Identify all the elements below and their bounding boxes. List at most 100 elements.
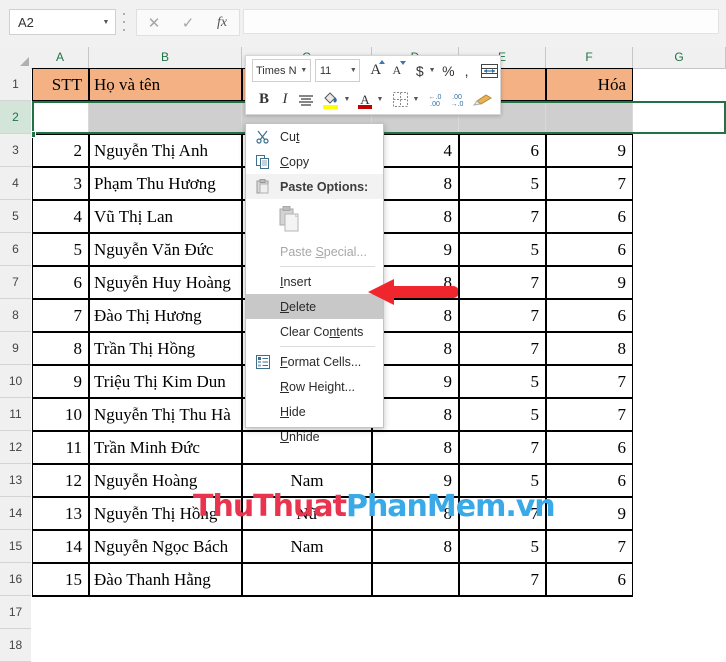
table-cell[interactable]: 7 — [546, 530, 633, 563]
merge-center-icon[interactable] — [479, 59, 500, 83]
chevron-down-icon[interactable]: ▼ — [342, 88, 352, 112]
table-cell[interactable]: Nguyễn Thị Anh — [89, 134, 242, 167]
font-color-icon[interactable]: A — [355, 88, 375, 112]
table-cell[interactable]: 8 — [32, 332, 89, 365]
check-icon[interactable]: ✓ — [171, 11, 205, 34]
vertical-dots-icon[interactable] — [120, 13, 128, 31]
chevron-down-icon[interactable]: ▼ — [427, 59, 436, 83]
row-header-8[interactable]: 8 — [0, 299, 31, 332]
row-header-6[interactable]: 6 — [0, 233, 31, 266]
context-menu-item-copy[interactable]: Copy — [246, 149, 383, 174]
context-menu-item-clear-contents[interactable]: Clear Contents — [246, 319, 383, 344]
close-icon[interactable]: ✕ — [137, 11, 171, 34]
table-cell[interactable]: 5 — [459, 530, 546, 563]
table-cell[interactable]: Vũ Thị Lan — [89, 200, 242, 233]
grow-font-icon[interactable]: A — [366, 59, 385, 83]
column-header-f[interactable]: F — [546, 47, 633, 68]
name-box[interactable]: A2 ▼ — [9, 9, 116, 35]
formula-input[interactable] — [243, 9, 719, 34]
font-name-combo[interactable]: Times N ▼ — [252, 59, 311, 82]
italic-icon[interactable]: I — [275, 88, 295, 112]
font-size-combo[interactable]: 11 ▼ — [315, 59, 361, 82]
format-painter-icon[interactable] — [471, 88, 495, 112]
table-cell[interactable]: Trần Minh Đức — [89, 431, 242, 464]
table-cell[interactable]: 6 — [546, 431, 633, 464]
table-cell[interactable]: 10 — [32, 398, 89, 431]
row-header-9[interactable]: 9 — [0, 332, 31, 365]
table-cell[interactable]: 7 — [459, 200, 546, 233]
table-cell[interactable]: 6 — [32, 266, 89, 299]
table-cell[interactable]: 4 — [32, 200, 89, 233]
table-cell[interactable] — [32, 101, 89, 134]
row-header-3[interactable]: 3 — [0, 134, 31, 167]
table-cell[interactable]: 6 — [546, 464, 633, 497]
table-cell[interactable]: 9 — [546, 266, 633, 299]
bold-icon[interactable]: B — [253, 88, 275, 112]
percent-style-icon[interactable]: % — [440, 59, 457, 83]
table-cell[interactable]: 3 — [32, 167, 89, 200]
table-cell[interactable]: Nguyễn Thị Thu Hà — [89, 398, 242, 431]
table-cell[interactable]: Trần Thị Hồng — [89, 332, 242, 365]
table-cell[interactable]: 7 — [459, 332, 546, 365]
borders-icon[interactable] — [389, 88, 411, 112]
row-header-7[interactable]: 7 — [0, 266, 31, 299]
context-menu-item-delete[interactable]: Delete — [246, 294, 383, 319]
row-header-12[interactable]: 12 — [0, 431, 31, 464]
comma-style-icon[interactable]: , — [460, 59, 473, 83]
center-align-icon[interactable] — [295, 88, 317, 112]
select-all-corner[interactable] — [0, 47, 33, 68]
table-cell[interactable]: 7 — [546, 398, 633, 431]
table-cell[interactable]: 15 — [32, 563, 89, 596]
table-cell[interactable]: 9 — [372, 233, 459, 266]
table-cell[interactable]: Nguyễn Huy Hoàng — [89, 266, 242, 299]
table-cell[interactable]: 2 — [32, 134, 89, 167]
table-cell[interactable]: 11 — [32, 431, 89, 464]
table-cell[interactable]: 13 — [32, 497, 89, 530]
table-header-cell[interactable]: Họ và tên — [89, 68, 242, 101]
table-cell[interactable]: 7 — [546, 365, 633, 398]
context-menu-item-unhide[interactable]: Unhide — [246, 424, 383, 449]
table-cell[interactable]: 6 — [459, 134, 546, 167]
row-header-14[interactable]: 14 — [0, 497, 31, 530]
table-cell[interactable]: Phạm Thu Hương — [89, 167, 242, 200]
table-cell[interactable]: 9 — [546, 497, 633, 530]
chevron-down-icon[interactable]: ▼ — [411, 88, 421, 112]
table-header-cell[interactable]: STT — [32, 68, 89, 101]
fill-handle[interactable] — [32, 131, 36, 138]
row-header-15[interactable]: 15 — [0, 530, 31, 563]
table-cell[interactable]: Đào Thị Hương — [89, 299, 242, 332]
row-header-16[interactable]: 16 — [0, 563, 31, 596]
row-header-5[interactable]: 5 — [0, 200, 31, 233]
chevron-down-icon[interactable]: ▼ — [347, 67, 359, 74]
row-header-2[interactable]: 2 — [0, 101, 31, 134]
table-cell[interactable]: 5 — [459, 167, 546, 200]
table-cell[interactable]: Nguyễn Văn Đức — [89, 233, 242, 266]
table-cell[interactable]: 7 — [459, 266, 546, 299]
paste-options-button[interactable] — [246, 199, 383, 239]
table-cell[interactable]: 5 — [459, 365, 546, 398]
table-cell[interactable]: Triệu Thị Kim Dun — [89, 365, 242, 398]
fill-color-icon[interactable] — [320, 88, 342, 112]
row-header-18[interactable]: 18 — [0, 629, 31, 662]
table-cell[interactable]: 7 — [459, 563, 546, 596]
table-cell[interactable]: 8 — [372, 530, 459, 563]
chevron-down-icon[interactable]: ▼ — [298, 67, 310, 74]
fx-icon[interactable]: fx — [205, 11, 239, 34]
table-cell[interactable]: 9 — [32, 365, 89, 398]
table-header-cell[interactable]: Hóa — [546, 68, 633, 101]
row-header-10[interactable]: 10 — [0, 365, 31, 398]
table-cell[interactable]: 8 — [372, 200, 459, 233]
table-cell[interactable]: Đào Thanh Hằng — [89, 563, 242, 596]
table-cell[interactable]: 8 — [372, 398, 459, 431]
table-cell[interactable]: 7 — [459, 431, 546, 464]
row-header-17[interactable]: 17 — [0, 596, 31, 629]
row-header-13[interactable]: 13 — [0, 464, 31, 497]
decrease-decimal-icon[interactable]: ←.0 .00 — [424, 88, 446, 112]
table-cell[interactable]: 8 — [372, 167, 459, 200]
table-cell[interactable]: Nguyễn Ngọc Bách — [89, 530, 242, 563]
table-cell[interactable]: Nam — [242, 530, 372, 563]
table-cell[interactable] — [546, 101, 633, 134]
table-cell[interactable]: 5 — [32, 233, 89, 266]
row-header-1[interactable]: 1 — [0, 68, 31, 101]
table-cell[interactable] — [372, 563, 459, 596]
